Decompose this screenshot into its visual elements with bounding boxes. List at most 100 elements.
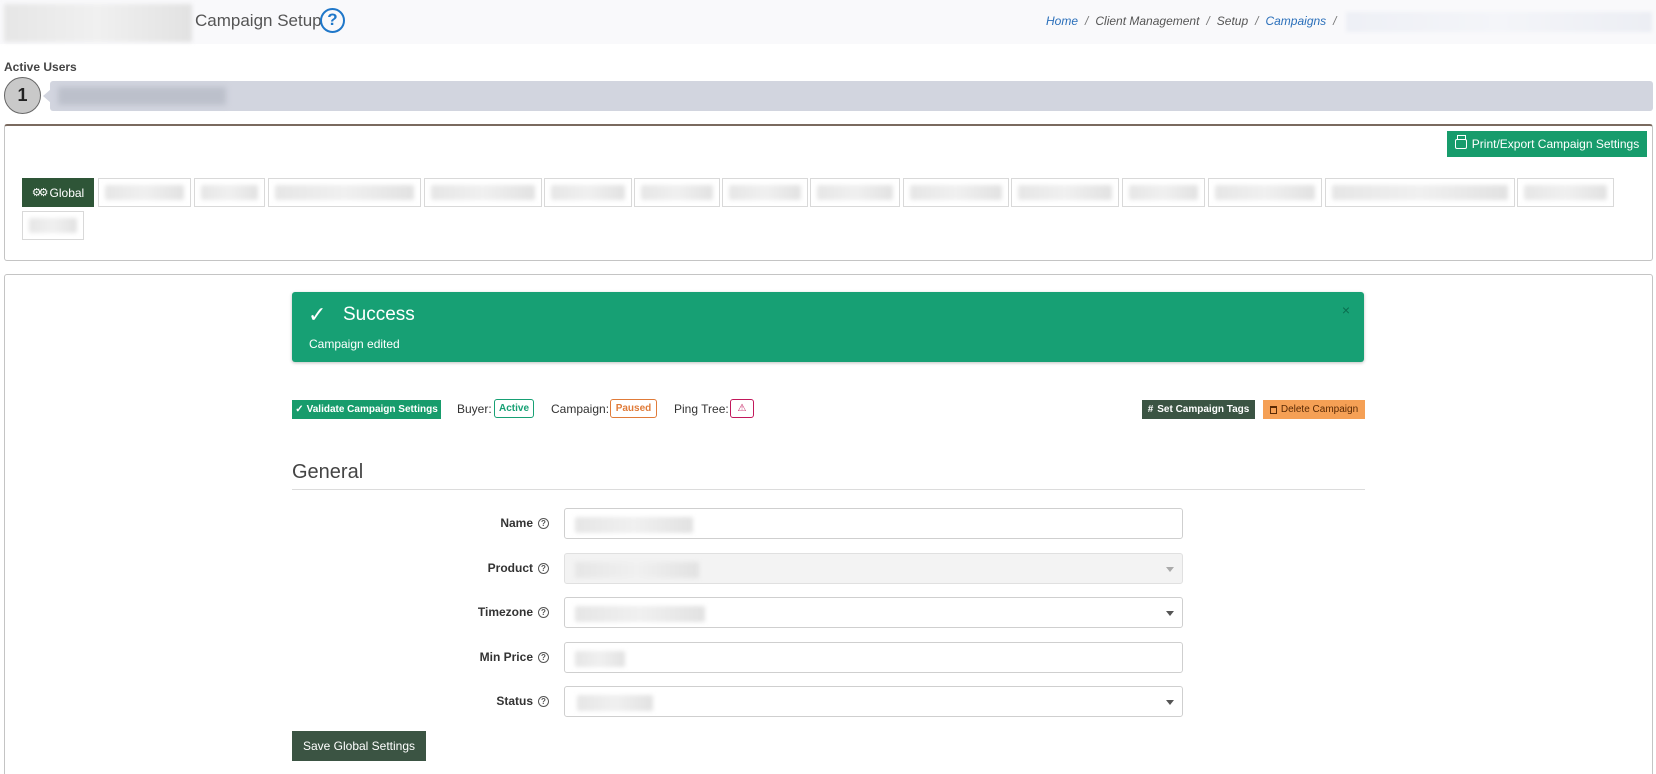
tab-redacted[interactable] [22, 211, 84, 240]
product-label: Product [487, 561, 533, 575]
active-user-name-redacted [58, 87, 226, 105]
tab-label-redacted [910, 185, 1002, 200]
breadcrumb-separator: / [1085, 14, 1089, 29]
field-value-redacted [575, 517, 693, 533]
chevron-down-icon [1166, 611, 1174, 616]
validate-campaign-button[interactable]: ✓ Validate Campaign Settings [292, 400, 441, 419]
name-field[interactable] [564, 508, 1183, 539]
tab-label-redacted [1524, 185, 1607, 200]
print-export-button[interactable]: Print/Export Campaign Settings [1447, 131, 1647, 157]
print-export-label: Print/Export Campaign Settings [1471, 137, 1640, 151]
status-select[interactable] [564, 686, 1183, 717]
tab-redacted[interactable] [1517, 178, 1614, 207]
section-title-general: General [292, 461, 364, 483]
breadcrumb-home[interactable]: Home [1046, 14, 1078, 28]
active-users-count: 1 [4, 77, 41, 114]
printer-icon [1454, 135, 1467, 149]
tab-global-label: Global [49, 185, 85, 200]
tab-redacted[interactable] [424, 178, 542, 207]
breadcrumb: Home / Client Management / Setup / Campaigns / [1046, 12, 1652, 32]
name-label: Name [500, 516, 533, 530]
tab-redacted[interactable] [634, 178, 720, 207]
active-users-label: Active Users [4, 60, 77, 74]
set-campaign-tags-button[interactable]: # Set Campaign Tags [1142, 400, 1255, 419]
tab-label-redacted [1215, 185, 1315, 200]
validate-label: Validate Campaign Settings [306, 404, 438, 415]
section-divider [292, 489, 1365, 490]
tab-redacted[interactable] [722, 178, 808, 207]
save-global-settings-button[interactable]: Save Global Settings [292, 731, 426, 761]
tab-label-redacted [1332, 185, 1508, 200]
breadcrumb-separator: / [1333, 14, 1337, 29]
field-value-redacted [575, 651, 625, 667]
tab-redacted[interactable] [544, 178, 632, 207]
tab-label-redacted [105, 185, 184, 200]
tab-global[interactable]: ⚙⚙ Global [22, 178, 94, 207]
buyer-label: Buyer: [457, 402, 492, 416]
delete-campaign-button[interactable]: Delete Campaign [1263, 400, 1365, 419]
delete-campaign-label: Delete Campaign [1280, 404, 1359, 415]
tab-label-redacted [641, 185, 713, 200]
tab-label-redacted [817, 185, 893, 200]
field-value-redacted [575, 562, 699, 578]
min-price-label: Min Price [479, 650, 533, 664]
tab-redacted[interactable] [903, 178, 1009, 207]
field-value-redacted [577, 695, 653, 711]
warning-icon: ⚠ [730, 399, 754, 418]
tab-label-redacted [1129, 185, 1198, 200]
question-circle-icon[interactable]: ? [320, 8, 345, 33]
breadcrumb-separator: / [1255, 14, 1259, 29]
alert-title: Success [343, 304, 415, 325]
ping-tree-label: Ping Tree: [674, 402, 729, 416]
help-icon[interactable]: ? [538, 696, 549, 707]
trash-icon [1269, 405, 1277, 414]
client-name-redacted [4, 4, 192, 42]
campaign-label: Campaign: [551, 402, 610, 416]
min-price-input[interactable] [564, 642, 1183, 673]
help-icon[interactable]: ? [538, 518, 549, 529]
breadcrumb-separator: / [1206, 14, 1210, 29]
tab-label-redacted [729, 185, 801, 200]
tab-redacted[interactable] [1122, 178, 1205, 207]
tab-redacted[interactable] [810, 178, 900, 207]
timezone-select[interactable] [564, 597, 1183, 628]
page-header: Campaign Setup ? Home / Client Management /… [0, 0, 1656, 44]
gears-icon: ⚙⚙ [31, 187, 49, 199]
help-icon[interactable]: ? [538, 652, 549, 663]
breadcrumb-client-management: Client Management [1095, 14, 1200, 29]
product-select [564, 553, 1183, 584]
chevron-down-icon [1166, 567, 1174, 572]
close-icon[interactable]: × [1342, 302, 1350, 318]
breadcrumb-current-redacted [1345, 12, 1652, 32]
check-icon: ✓ [308, 302, 327, 327]
tab-label-redacted [431, 185, 535, 200]
check-icon: ✓ [295, 404, 304, 415]
tab-label-redacted [1018, 185, 1112, 200]
tab-redacted[interactable] [1011, 178, 1119, 207]
set-campaign-tags-label: Set Campaign Tags [1157, 404, 1250, 415]
field-value-redacted [575, 606, 705, 622]
status-label: Status [496, 694, 533, 708]
tab-label-redacted [551, 185, 625, 200]
help-icon[interactable]: ? [538, 563, 549, 574]
tab-redacted[interactable] [1208, 178, 1322, 207]
tab-redacted[interactable] [98, 178, 191, 207]
success-alert: ✓ Success Campaign edited × [292, 292, 1364, 362]
tab-label-redacted [29, 218, 77, 233]
tab-redacted[interactable] [268, 178, 421, 207]
tab-redacted[interactable] [194, 178, 265, 207]
timezone-label: Timezone [477, 605, 533, 619]
breadcrumb-setup: Setup [1216, 14, 1249, 29]
buyer-status-badge: Active [494, 399, 534, 418]
help-icon[interactable]: ? [538, 607, 549, 618]
breadcrumb-campaigns[interactable]: Campaigns [1265, 14, 1326, 28]
tab-redacted[interactable] [1325, 178, 1515, 207]
active-users-bar [50, 81, 1653, 111]
hashtag-icon: # [1147, 404, 1154, 415]
tab-label-redacted [201, 185, 258, 200]
tab-label-redacted [275, 185, 414, 200]
page-title: Campaign Setup [195, 11, 322, 30]
alert-message: Campaign edited [309, 337, 400, 351]
chevron-down-icon [1166, 700, 1174, 705]
campaign-status-badge: Paused [610, 399, 657, 418]
